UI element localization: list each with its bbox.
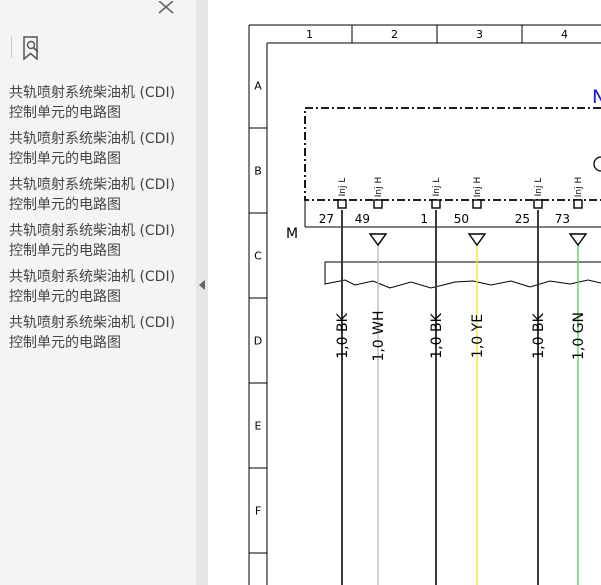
row-label: F xyxy=(255,505,261,518)
outline-item-subtitle: 控制单元的电路图 xyxy=(9,335,121,351)
pin-name-label: Inj L xyxy=(432,178,442,197)
component-n-label: N xyxy=(592,86,601,108)
pin-name-label: Inj H xyxy=(473,177,483,198)
row-label: D xyxy=(254,335,262,348)
row-label: B xyxy=(254,165,262,178)
wire-harness-band xyxy=(324,261,601,289)
wire-label: 1,0 BK xyxy=(531,312,547,358)
pin-number: 49 xyxy=(355,212,370,226)
outline-item-title: 共轨喷射系统柴油机 (CDI) xyxy=(9,269,176,285)
outline-item[interactable]: 共轨喷射系统柴油机 (CDI) 控制单元的电路图 xyxy=(9,83,194,129)
row-label: C xyxy=(254,250,262,263)
wire-label: 1,0 BK xyxy=(335,312,351,358)
outline-item-title: 共轨喷射系统柴油机 (CDI) xyxy=(9,85,176,101)
connector-triangle xyxy=(368,233,388,247)
partial-symbol xyxy=(593,156,601,172)
row-label: E xyxy=(255,420,262,433)
connector-triangle xyxy=(568,233,588,247)
wire-label: 1,0 WH xyxy=(371,310,387,361)
pin-name-label: Inj L xyxy=(338,178,348,197)
column-label: 2 xyxy=(391,28,398,41)
outline-item-subtitle: 控制单元的电路图 xyxy=(9,243,121,259)
outline-item-title: 共轨喷射系统柴油机 (CDI) xyxy=(9,315,176,331)
document-page: 1 2 3 4 A B C D E F N M 1,0 BK Inj L 27 1,0 WH Inj H 49 1,… xyxy=(208,0,601,585)
outline-item-subtitle: 控制单元的电路图 xyxy=(9,151,121,167)
pin-number: 73 xyxy=(555,212,570,226)
pin-name-label: Inj L xyxy=(534,178,544,197)
connector-pin xyxy=(573,199,583,209)
pin-number: 25 xyxy=(515,212,530,226)
connector-triangle xyxy=(467,233,487,247)
bookmark-search-button[interactable] xyxy=(20,35,44,61)
outline-item-subtitle: 控制单元的电路图 xyxy=(9,105,121,121)
control-unit-outline xyxy=(304,107,601,201)
column-label: 1 xyxy=(306,28,313,41)
outline-item-title: 共轨喷射系统柴油机 (CDI) xyxy=(9,177,176,193)
connector-pin xyxy=(373,199,383,209)
outline-item[interactable]: 共轨喷射系统柴油机 (CDI) 控制单元的电路图 xyxy=(9,221,194,267)
connector-pin xyxy=(472,199,482,209)
column-label: 3 xyxy=(476,28,483,41)
toolbar-separator xyxy=(11,36,12,58)
pin-number: 1 xyxy=(420,212,428,226)
close-icon xyxy=(158,0,174,14)
outline-item[interactable]: 共轨喷射系统柴油机 (CDI) 控制单元的电路图 xyxy=(9,175,194,221)
column-label: 4 xyxy=(561,28,568,41)
pin-name-label: Inj H xyxy=(574,177,584,198)
row-label: A xyxy=(254,80,262,93)
close-sidebar-button[interactable] xyxy=(156,0,176,14)
bookmark-icon xyxy=(23,36,39,61)
wire-label: 1,0 GN xyxy=(571,312,587,360)
outline-list: 共轨喷射系统柴油机 (CDI) 控制单元的电路图 共轨喷射系统柴油机 (CDI)… xyxy=(9,83,194,359)
connector-pin xyxy=(337,199,347,209)
outline-item-subtitle: 控制单元的电路图 xyxy=(9,197,121,213)
connector-pin xyxy=(431,199,441,209)
wire-label: 1,0 YE xyxy=(470,314,486,358)
outline-item[interactable]: 共轨喷射系统柴油机 (CDI) 控制单元的电路图 xyxy=(9,313,194,359)
outline-sidebar: 共轨喷射系统柴油机 (CDI) 控制单元的电路图 共轨喷射系统柴油机 (CDI)… xyxy=(0,0,197,585)
connector-m-label: M xyxy=(286,226,298,242)
outline-item-subtitle: 控制单元的电路图 xyxy=(9,289,121,305)
sidebar-splitter[interactable] xyxy=(196,0,208,585)
pin-number: 27 xyxy=(319,212,334,226)
outline-item[interactable]: 共轨喷射系统柴油机 (CDI) 控制单元的电路图 xyxy=(9,267,194,313)
collapse-sidebar-arrow-icon[interactable] xyxy=(199,280,205,290)
connector-pin xyxy=(533,199,543,209)
outline-item-title: 共轨喷射系统柴油机 (CDI) xyxy=(9,223,176,239)
outline-item[interactable]: 共轨喷射系统柴油机 (CDI) 控制单元的电路图 xyxy=(9,129,194,175)
pin-number: 50 xyxy=(454,212,469,226)
wire-label: 1,0 BK xyxy=(429,312,445,358)
outline-item-title: 共轨喷射系统柴油机 (CDI) xyxy=(9,131,176,147)
wiring-diagram: 1 2 3 4 A B C D E F N M 1,0 BK Inj L 27 1,0 WH Inj H 49 1,… xyxy=(248,24,601,585)
pin-name-label: Inj H xyxy=(374,177,384,198)
